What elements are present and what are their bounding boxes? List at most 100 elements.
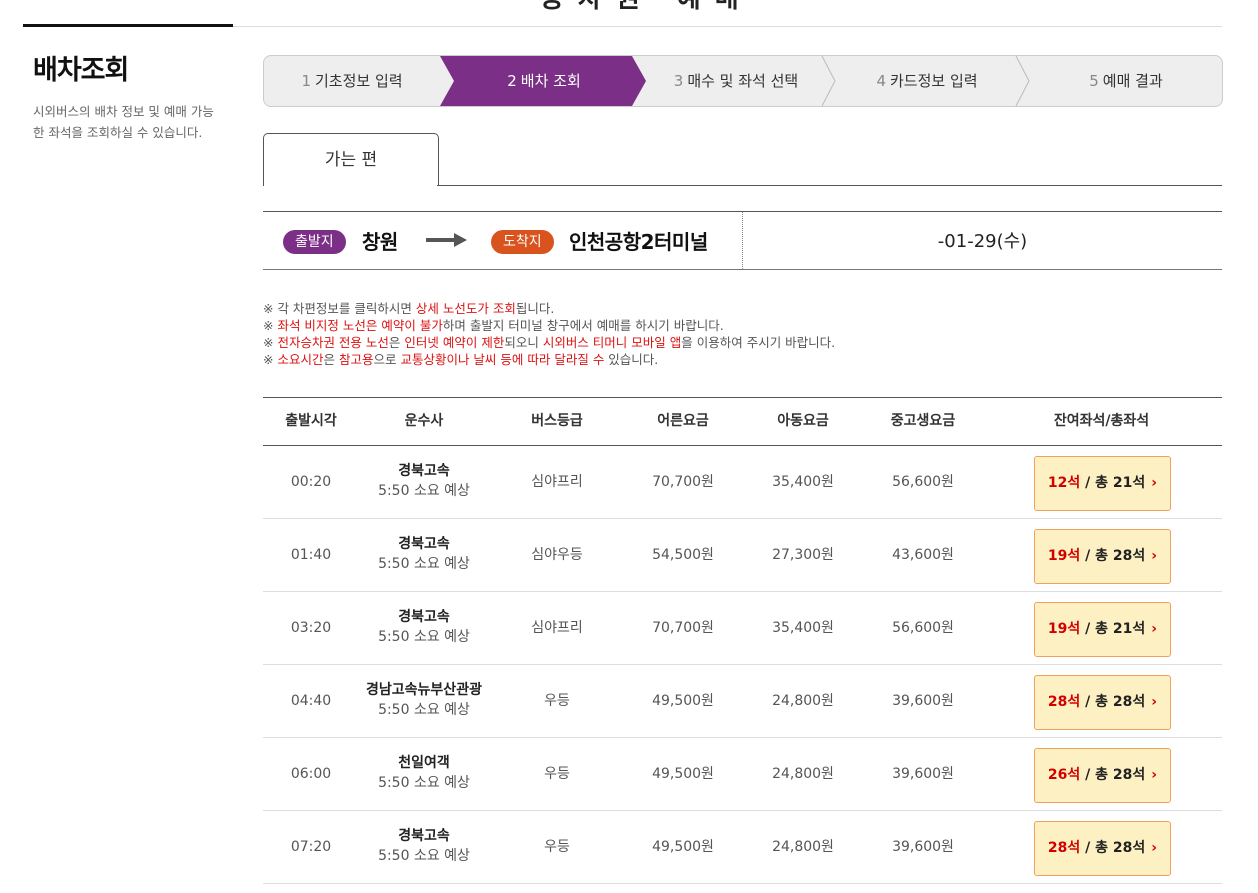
total-seats: / 총 21석 xyxy=(1085,475,1146,491)
child-fare: 27,300원 xyxy=(772,547,834,563)
header-company: 운수사 xyxy=(404,413,444,429)
table-row[interactable]: 06:00 천일여객 5:50 소요 예상 우등 49,500원 24,800원 39,60… xyxy=(263,738,1222,811)
notice-line: ※ 전자승차권 전용 노선은 인터넷 예약이 제한되오니 시외버스 티머니 모바… xyxy=(263,334,835,351)
adult-fare: 54,500원 xyxy=(652,547,714,563)
arrow-right-icon xyxy=(426,233,467,247)
student-fare: 39,600원 xyxy=(892,839,954,855)
bus-grade: 우등 xyxy=(544,766,570,782)
student-fare: 39,600원 xyxy=(892,766,954,782)
notice-list: ※ 각 차편정보를 클릭하시면 상세 노선도가 조회됩니다. ※ 좌석 비지정 노… xyxy=(263,300,835,368)
notice-text: 으로 xyxy=(373,352,401,367)
notice-line: ※ 소요시간은 참고용으로 교통상황이나 날씨 등에 따라 달라질 수 있습니다… xyxy=(263,351,835,368)
notice-highlight: 소요시간 xyxy=(277,352,324,367)
tab-outbound[interactable]: 가는 편 xyxy=(263,133,439,186)
notice-text: ※ xyxy=(263,335,278,350)
estimated-duration: 5:50 소요 예상 xyxy=(378,629,470,645)
bus-grade: 우등 xyxy=(544,693,570,709)
table-header: 출발시각 운수사 버스등급 어른요금 아동요금 중고생요금 잔여좌석/총좌석 xyxy=(263,397,1222,446)
notice-highlight: 상세 노선도가 조회 xyxy=(415,301,516,316)
remaining-seats: 28석 xyxy=(1047,840,1081,856)
notice-text: 을 이용하여 주시기 바랍니다. xyxy=(681,335,836,350)
sidebar-description: 시외버스의 배차 정보 및 예매 가능한 좌석을 조회하실 수 있습니다. xyxy=(33,104,214,140)
company-cell: 경남고속뉴부산관광 5:50 소요 예상 xyxy=(359,665,489,737)
page-title: 승차권 예매 xyxy=(540,0,753,15)
chevron-right-icon: › xyxy=(1151,475,1158,491)
child-fare: 35,400원 xyxy=(772,620,834,636)
step-2-active: 2 배차 조회 xyxy=(507,72,581,90)
notice-highlight: 좌석 비지정 노선은 예약이 불가 xyxy=(277,318,443,333)
notice-line: ※ 각 차편정보를 클릭하시면 상세 노선도가 조회됩니다. xyxy=(263,300,835,317)
estimated-duration: 5:50 소요 예상 xyxy=(378,775,470,791)
seat-select-button[interactable]: 19석 / 총 28석 › xyxy=(1034,529,1171,584)
step-4: 4 카드정보 입력 xyxy=(876,72,978,90)
notice-text: 은 xyxy=(388,335,405,350)
adult-fare: 49,500원 xyxy=(652,766,714,782)
sidebar: 배차조회 시외버스의 배차 정보 및 예매 가능한 좌석을 조회하실 수 있습니… xyxy=(33,48,223,143)
student-fare: 56,600원 xyxy=(892,620,954,636)
seat-select-button[interactable]: 28석 / 총 28석 › xyxy=(1034,821,1171,876)
estimated-duration: 5:50 소요 예상 xyxy=(378,848,470,864)
notice-text: ※ xyxy=(263,318,278,333)
total-seats: / 총 28석 xyxy=(1085,694,1146,710)
adult-fare: 70,700원 xyxy=(652,620,714,636)
company-name: 경북고속 xyxy=(398,536,450,552)
table-row[interactable]: 04:40 경남고속뉴부산관광 5:50 소요 예상 우등 49,500원 24,800원… xyxy=(263,665,1222,738)
arrival-city: 인천공항2터미널 xyxy=(569,230,708,254)
total-seats: / 총 28석 xyxy=(1085,548,1146,564)
departure-date: -01-29(수) xyxy=(937,231,1028,252)
title-underline xyxy=(23,24,233,27)
remaining-seats: 26석 xyxy=(1047,767,1081,783)
seat-select-button[interactable]: 26석 / 총 28석 › xyxy=(1034,748,1171,803)
child-fare: 24,800원 xyxy=(772,693,834,709)
header-divider xyxy=(233,26,1222,27)
departure-time: 04:40 xyxy=(290,693,332,709)
bus-grade: 우등 xyxy=(544,839,570,855)
notice-text: 됩니다. xyxy=(515,301,555,316)
departure-city: 창원 xyxy=(362,230,398,254)
adult-fare: 49,500원 xyxy=(652,839,714,855)
step-5: 5 예매 결과 xyxy=(1089,72,1163,90)
remaining-seats: 19석 xyxy=(1047,548,1081,564)
company-cell: 경북고속 5:50 소요 예상 xyxy=(359,811,489,883)
step-1: 1 기초정보 입력 xyxy=(301,72,403,90)
header-bus-grade: 버스등급 xyxy=(531,413,583,429)
total-seats: / 총 28석 xyxy=(1085,840,1146,856)
table-row[interactable]: 07:20 경북고속 5:50 소요 예상 우등 49,500원 24,800원 39,60… xyxy=(263,811,1222,884)
notice-text: 은 xyxy=(323,352,339,367)
student-fare: 56,600원 xyxy=(892,474,954,490)
sidebar-title: 배차조회 xyxy=(33,55,129,86)
chevron-right-icon: › xyxy=(1151,694,1158,710)
seat-select-button[interactable]: 28석 / 총 28석 › xyxy=(1034,675,1171,730)
total-seats: / 총 28석 xyxy=(1085,767,1146,783)
table-row[interactable]: 03:20 경북고속 5:50 소요 예상 심야프리 70,700원 35,400원 56,… xyxy=(263,592,1222,665)
departure-time: 06:00 xyxy=(290,766,332,782)
notice-highlight: 인터넷 예약이 제한 xyxy=(404,335,505,350)
table-row[interactable]: 00:20 경북고속 5:50 소요 예상 심야프리 70,700원 35,400원 56,… xyxy=(263,446,1222,519)
estimated-duration: 5:50 소요 예상 xyxy=(378,483,470,499)
company-name: 천일여객 xyxy=(398,755,450,771)
notice-line: ※ 좌석 비지정 노선은 예약이 불가하며 출발지 터미널 창구에서 예매를 하… xyxy=(263,317,835,334)
chevron-right-icon: › xyxy=(1151,621,1158,637)
estimated-duration: 5:50 소요 예상 xyxy=(378,556,470,572)
child-fare: 24,800원 xyxy=(772,766,834,782)
company-name: 경북고속 xyxy=(398,609,450,625)
header-child-fare: 아동요금 xyxy=(777,413,829,429)
remaining-seats: 12석 xyxy=(1047,475,1081,491)
seat-select-button[interactable]: 12석 / 총 21석 › xyxy=(1034,456,1171,511)
notice-text: 있습니다. xyxy=(604,352,659,367)
departure-time: 01:40 xyxy=(290,547,332,563)
seat-select-button[interactable]: 19석 / 총 21석 › xyxy=(1034,602,1171,657)
bus-grade: 심야프리 xyxy=(531,474,583,490)
adult-fare: 49,500원 xyxy=(652,693,714,709)
header-departure-time: 출발시각 xyxy=(285,413,337,429)
notice-highlight: 참고용 xyxy=(338,352,374,367)
chevron-right-icon: › xyxy=(1151,767,1158,783)
step-3: 3 매수 및 좌석 선택 xyxy=(673,72,799,90)
company-cell: 천일여객 5:50 소요 예상 xyxy=(359,738,489,810)
header-seats: 잔여좌석/총좌석 xyxy=(1053,413,1150,429)
table-row[interactable]: 01:40 경북고속 5:50 소요 예상 심야우등 54,500원 27,300원 43,… xyxy=(263,519,1222,592)
total-seats: / 총 21석 xyxy=(1085,621,1146,637)
tab-divider xyxy=(437,185,1222,186)
notice-highlight: 전자승차권 전용 노선 xyxy=(277,335,389,350)
notice-highlight: 교통상황이나 날씨 등에 따라 달라질 수 xyxy=(400,352,605,367)
